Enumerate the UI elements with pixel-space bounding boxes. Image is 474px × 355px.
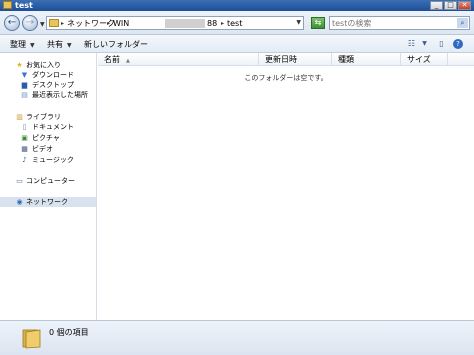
folder-icon bbox=[49, 19, 59, 27]
nav-libraries[interactable]: ▥ ライブラリ bbox=[0, 112, 96, 122]
pictures-icon: ▣ bbox=[21, 134, 28, 142]
window-title: test bbox=[15, 1, 33, 10]
forward-button[interactable]: → bbox=[22, 15, 38, 31]
music-icon: ♪ bbox=[22, 156, 27, 164]
explorer-window: test _ □ ✕ ← → ▼ ▸ ネットワーク ▸ WIN 88 ▸ tes… bbox=[0, 0, 474, 355]
search-input[interactable] bbox=[330, 17, 454, 29]
details-pane: 0 個の項目 bbox=[0, 320, 474, 355]
nav-computer-label: コンピューター bbox=[26, 177, 75, 185]
forward-arrow-icon: → bbox=[25, 17, 35, 28]
documents-icon: ▯ bbox=[22, 123, 27, 131]
help-icon[interactable]: ? bbox=[453, 39, 463, 49]
file-list[interactable]: 名前 ▲ 更新日時 種類 サイズ このフォルダーは空です。 bbox=[98, 53, 474, 320]
nav-favorites[interactable]: ★ お気に入り bbox=[0, 60, 96, 70]
computer-icon: ▭ bbox=[16, 177, 23, 185]
nav-desktop[interactable]: ▆ デスクトップ bbox=[0, 80, 96, 90]
back-button[interactable]: ← bbox=[4, 15, 20, 31]
chevron-right-icon[interactable]: ▸ bbox=[107, 19, 110, 28]
title-bar: test _ □ ✕ bbox=[0, 0, 474, 11]
breadcrumb-server-suffix[interactable]: 88 bbox=[207, 19, 217, 28]
address-dropdown-icon[interactable]: ▼ bbox=[296, 19, 301, 26]
recent-places-icon: ▤ bbox=[21, 91, 28, 99]
empty-folder-message: このフォルダーは空です。 bbox=[244, 74, 328, 82]
videos-icon: ▦ bbox=[21, 145, 28, 153]
recent-pages-dropdown[interactable]: ▼ bbox=[40, 21, 45, 28]
column-header: 名前 ▲ 更新日時 種類 サイズ bbox=[98, 53, 474, 66]
view-options-icon[interactable]: ☷ bbox=[406, 39, 417, 49]
share-button[interactable]: 共有 ▼ bbox=[47, 40, 72, 50]
column-date-modified[interactable]: 更新日時 bbox=[259, 53, 332, 66]
chevron-down-icon[interactable]: ▼ bbox=[419, 39, 430, 49]
address-row: ← → ▼ ▸ ネットワーク ▸ WIN 88 ▸ test ▼ ⇆ ⌕ bbox=[0, 11, 474, 35]
column-size-label: サイズ bbox=[407, 55, 431, 64]
download-folder-icon: ▼ bbox=[21, 71, 28, 79]
folder-icon bbox=[22, 329, 41, 349]
nav-videos[interactable]: ▦ ビデオ bbox=[0, 144, 96, 154]
close-button[interactable]: ✕ bbox=[458, 1, 471, 10]
chevron-right-icon[interactable]: ▸ bbox=[221, 19, 224, 28]
folder-icon bbox=[3, 1, 12, 9]
redacted-area bbox=[165, 19, 205, 28]
nav-network[interactable]: ◉ ネットワーク bbox=[0, 197, 96, 207]
network-icon: ◉ bbox=[16, 198, 23, 206]
refresh-icon: ⇆ bbox=[314, 18, 322, 27]
desktop-icon: ▆ bbox=[21, 81, 28, 89]
breadcrumb-server[interactable]: WIN bbox=[113, 19, 129, 28]
organize-label: 整理 bbox=[10, 40, 26, 49]
command-bar: 整理 ▼ 共有 ▼ 新しいフォルダー ☷ ▼ ▯ ? bbox=[0, 35, 474, 53]
breadcrumb-test[interactable]: test bbox=[227, 19, 242, 28]
library-icon: ▥ bbox=[16, 113, 23, 121]
nav-recent-places[interactable]: ▤ 最近表示した場所 bbox=[0, 90, 96, 100]
nav-downloads[interactable]: ▼ ダウンロード bbox=[0, 70, 96, 80]
column-type-label: 種類 bbox=[338, 55, 354, 64]
refresh-button[interactable]: ⇆ bbox=[311, 17, 325, 29]
chevron-right-icon[interactable]: ▸ bbox=[61, 19, 64, 28]
nav-network-label: ネットワーク bbox=[26, 198, 68, 206]
sort-ascending-icon: ▲ bbox=[126, 58, 130, 64]
nav-music-label: ミュージック bbox=[32, 156, 74, 164]
chevron-down-icon: ▼ bbox=[67, 42, 72, 49]
search-icon[interactable]: ⌕ bbox=[457, 18, 468, 28]
column-name-label: 名前 bbox=[104, 55, 120, 64]
nav-recent-places-label: 最近表示した場所 bbox=[32, 91, 88, 99]
share-label: 共有 bbox=[47, 40, 63, 49]
nav-documents-label: ドキュメント bbox=[32, 123, 74, 131]
star-icon: ★ bbox=[16, 61, 23, 69]
nav-computer[interactable]: ▭ コンピューター bbox=[0, 176, 96, 186]
nav-libraries-label: ライブラリ bbox=[26, 113, 61, 121]
column-name[interactable]: 名前 ▲ bbox=[98, 53, 259, 66]
search-box[interactable]: ⌕ bbox=[329, 16, 470, 30]
nav-documents[interactable]: ▯ ドキュメント bbox=[0, 122, 96, 132]
nav-desktop-label: デスクトップ bbox=[32, 81, 74, 89]
nav-downloads-label: ダウンロード bbox=[32, 71, 74, 79]
item-count: 0 個の項目 bbox=[49, 328, 89, 337]
nav-music[interactable]: ♪ ミュージック bbox=[0, 155, 96, 165]
maximize-button[interactable]: □ bbox=[444, 1, 457, 10]
organize-button[interactable]: 整理 ▼ bbox=[10, 40, 35, 50]
column-type[interactable]: 種類 bbox=[332, 53, 401, 66]
navigation-pane: ★ お気に入り ▼ ダウンロード ▆ デスクトップ ▤ 最近表示した場所 ▥ ラ… bbox=[0, 53, 97, 320]
preview-pane-icon[interactable]: ▯ bbox=[436, 39, 447, 49]
address-bar[interactable]: ▸ ネットワーク ▸ WIN 88 ▸ test ▼ bbox=[46, 16, 304, 30]
new-folder-button[interactable]: 新しいフォルダー bbox=[84, 40, 148, 49]
nav-favorites-label: お気に入り bbox=[26, 61, 61, 69]
chevron-down-icon: ▼ bbox=[30, 42, 35, 49]
nav-videos-label: ビデオ bbox=[32, 145, 53, 153]
column-size[interactable]: サイズ bbox=[401, 53, 448, 66]
minimize-button[interactable]: _ bbox=[430, 1, 443, 10]
column-date-label: 更新日時 bbox=[265, 55, 297, 64]
nav-pictures-label: ピクチャ bbox=[32, 134, 60, 142]
back-arrow-icon: ← bbox=[7, 17, 17, 28]
nav-pictures[interactable]: ▣ ピクチャ bbox=[0, 133, 96, 143]
